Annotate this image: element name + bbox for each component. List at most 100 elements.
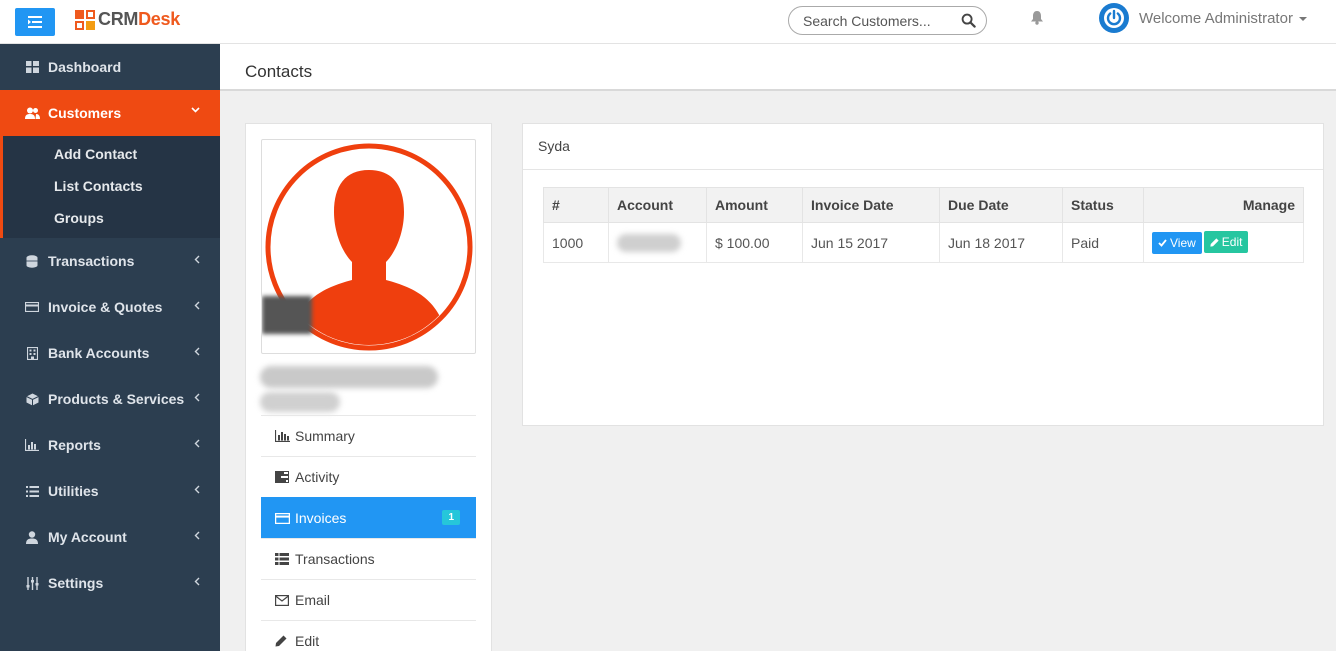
sidebar-item-label: Bank Accounts	[48, 345, 150, 361]
invoice-account	[608, 222, 707, 263]
tasks-icon	[275, 471, 291, 483]
sidebar-item-transactions[interactable]: Transactions	[0, 238, 220, 284]
account-name-redacted	[617, 233, 681, 252]
edit-invoice-button[interactable]: Edit	[1203, 231, 1249, 254]
brand-name-part2: Desk	[138, 9, 180, 29]
sidebar-item-products-services[interactable]: Products & Services	[0, 376, 220, 422]
profile-menu-invoices[interactable]: Invoices 1	[261, 497, 476, 538]
search-input[interactable]	[803, 12, 953, 29]
column-header: Invoice Date	[802, 187, 940, 223]
column-header: Manage	[1143, 187, 1304, 223]
profile-menu-summary[interactable]: Summary	[261, 415, 476, 456]
credit-card-icon	[275, 512, 291, 524]
invoice-count-badge: 1	[442, 510, 460, 525]
sidebar-item-label: Utilities	[48, 483, 99, 499]
sidebar-item-my-account[interactable]: My Account	[0, 514, 220, 560]
welcome-text: Welcome Administrator	[1139, 10, 1293, 27]
submenu-groups[interactable]: Groups	[3, 202, 220, 234]
user-menu[interactable]: Welcome Administrator	[1139, 10, 1307, 27]
table-icon	[275, 553, 291, 565]
view-button-label: View	[1170, 235, 1196, 250]
invoices-panel: Syda # Account Amount Invoice Date Due D…	[522, 123, 1324, 426]
profile-menu-edit[interactable]: Edit	[261, 620, 476, 651]
profile-menu-label: Summary	[295, 428, 355, 444]
sidebar-item-invoice-quotes[interactable]: Invoice & Quotes	[0, 284, 220, 330]
avatar	[261, 139, 476, 354]
sidebar-item-label: My Account	[48, 529, 127, 545]
invoices-table: # Account Amount Invoice Date Due Date S…	[543, 187, 1304, 263]
chevron-left-icon	[194, 577, 200, 586]
sidebar-item-customers[interactable]: Customers	[0, 90, 220, 136]
column-header: Due Date	[939, 187, 1063, 223]
column-header: #	[543, 187, 609, 223]
envelope-icon	[275, 594, 291, 606]
power-icon[interactable]	[1099, 3, 1129, 33]
sliders-icon	[24, 576, 40, 590]
list-icon	[24, 485, 40, 497]
sidebar-item-settings[interactable]: Settings	[0, 560, 220, 606]
sidebar-item-label: Dashboard	[48, 59, 122, 75]
chevron-left-icon	[194, 485, 200, 494]
invoice-date: Jun 15 2017	[802, 222, 940, 263]
submenu-list-contacts[interactable]: List Contacts	[3, 170, 220, 202]
table-header-row: # Account Amount Invoice Date Due Date S…	[543, 187, 1304, 223]
avatar-caption-redacted	[262, 296, 312, 334]
sidebar-item-bank-accounts[interactable]: Bank Accounts	[0, 330, 220, 376]
search-icon[interactable]	[961, 13, 976, 28]
profile-menu-label: Edit	[295, 633, 320, 649]
profile-menu-email[interactable]: Email	[261, 579, 476, 620]
logo-icon	[75, 9, 95, 30]
bar-chart-icon	[275, 430, 291, 442]
search-box	[788, 6, 987, 35]
chevron-left-icon	[194, 393, 200, 402]
chevron-left-icon	[194, 439, 200, 448]
customers-submenu: Add Contact List Contacts Groups	[0, 136, 220, 238]
sidebar-item-label: Settings	[48, 575, 104, 591]
chevron-left-icon	[194, 301, 200, 310]
database-icon	[24, 254, 40, 268]
bar-chart-icon	[24, 439, 40, 451]
cube-icon	[24, 393, 40, 406]
bell-icon[interactable]	[1030, 10, 1044, 25]
page-title: Contacts	[245, 62, 313, 81]
profile-menu: Summary Activity Invoices 1 Transactions…	[261, 415, 476, 651]
invoice-status: Paid	[1062, 222, 1144, 263]
chevron-left-icon	[194, 531, 200, 540]
column-header: Amount	[706, 187, 803, 223]
invoice-amount: $ 100.00	[706, 222, 803, 263]
sidebar-item-utilities[interactable]: Utilities	[0, 468, 220, 514]
sidebar-item-label: Transactions	[48, 253, 135, 269]
brand-name-part1: CRM	[98, 9, 139, 29]
column-header: Account	[608, 187, 707, 223]
user-icon	[24, 530, 40, 544]
menu-toggle-icon	[28, 16, 42, 28]
contact-phone-redacted	[260, 392, 340, 412]
credit-card-icon	[24, 302, 40, 312]
sidebar-item-label: Products & Services	[48, 391, 185, 407]
profile-menu-transactions[interactable]: Transactions	[261, 538, 476, 579]
table-row: 1000 $ 100.00 Jun 15 2017 Jun 18 2017 Pa…	[543, 222, 1304, 263]
check-icon	[1158, 239, 1167, 247]
invoice-due-date: Jun 18 2017	[939, 222, 1063, 263]
profile-menu-label: Invoices	[295, 510, 347, 526]
top-navbar: CRMDesk Welcome Administrator	[0, 0, 1336, 44]
sidebar-item-reports[interactable]: Reports	[0, 422, 220, 468]
chevron-down-icon	[1298, 16, 1307, 21]
pencil-icon	[275, 635, 291, 647]
submenu-add-contact[interactable]: Add Contact	[3, 138, 220, 170]
view-invoice-button[interactable]: View	[1152, 231, 1202, 254]
menu-toggle-button[interactable]	[15, 8, 55, 36]
brand-logo[interactable]: CRMDesk	[75, 9, 180, 30]
profile-menu-label: Email	[295, 592, 331, 608]
sidebar-item-dashboard[interactable]: Dashboard	[0, 44, 220, 90]
sidebar-item-label: Reports	[48, 437, 101, 453]
building-icon	[24, 346, 40, 360]
sidebar-item-label: Invoice & Quotes	[48, 299, 163, 315]
chevron-left-icon	[194, 255, 200, 264]
edit-button-label: Edit	[1221, 235, 1243, 250]
chevron-left-icon	[194, 347, 200, 356]
panel-title: Syda	[523, 124, 1323, 170]
sidebar-item-label: Customers	[48, 105, 122, 121]
profile-menu-activity[interactable]: Activity	[261, 456, 476, 497]
profile-menu-label: Transactions	[295, 551, 375, 567]
